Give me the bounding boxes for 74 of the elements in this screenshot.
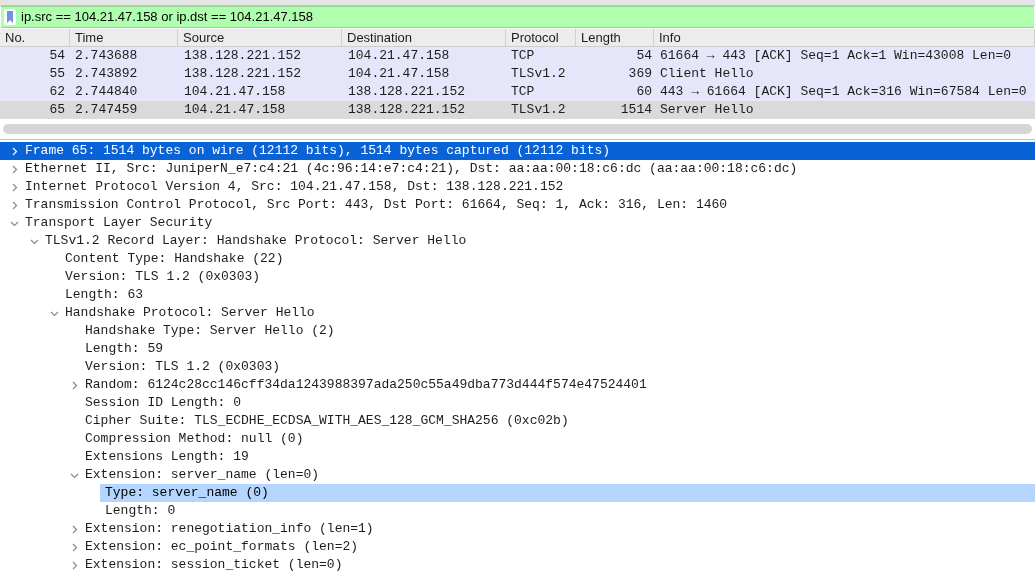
table-cell: TCP [511,48,535,64]
tree-item[interactable]: Content Type: Handshake (22) [65,250,288,268]
table-cell: 138.128.221.152 [184,48,302,64]
table-cell: 104.21.47.158 [348,48,450,64]
tree-item[interactable]: Handshake Type: Server Hello (2) [85,322,339,340]
table-cell: 104.21.47.158 [184,102,286,118]
table-cell: TLSv1.2 [511,102,566,118]
column-header[interactable]: Info [654,29,1035,46]
table-cell: 138.128.221.152 [348,102,466,118]
column-header[interactable]: No. [0,29,70,46]
chevron-right-icon[interactable] [70,542,79,552]
table-cell: TLSv1.2 [511,66,566,82]
table-cell: 61664 → 443 [ACK] Seq=1 Ack=1 Win=43008 Len=0 [660,48,1012,64]
table-cell: TCP [511,84,535,100]
tree-item[interactable]: Transport Layer Security [25,214,217,232]
table-cell: 2.744840 [75,84,138,100]
table-cell: Server Hello [660,102,754,118]
tree-item[interactable]: Session ID Length: 0 [85,394,246,412]
column-header[interactable]: Protocol [506,29,576,46]
column-header[interactable]: Time [70,29,178,46]
table-cell: 60 [636,84,652,100]
tree-item[interactable]: Version: TLS 1.2 (0x0303) [65,268,265,286]
table-cell: 55 [49,66,65,82]
table-cell: 138.128.221.152 [184,66,302,82]
table-cell: 54 [49,48,65,64]
tree-item[interactable]: Extension: ec_point_formats (len=2) [85,538,363,556]
column-header[interactable]: Length [576,29,654,46]
tree-item[interactable]: Length: 63 [65,286,147,304]
packet-row[interactable]: 62 2.744840 104.21.47.158 138.128.221.152 TCP 60 443 → 61664 [ACK] Seq=1 Ack=316 Win=67584 Len=0 [0,83,1035,101]
tree-item[interactable]: Extension: server_name (len=0) [85,466,324,484]
table-cell: 2.743892 [75,66,138,82]
tree-item[interactable]: Extension: session_ticket (len=0) [85,556,347,574]
chevron-right-icon[interactable] [10,182,19,192]
display-filter-field[interactable]: ip.src == 104.21.47.158 or ip.dst == 104.21.47.158 [1,6,1034,28]
tree-item[interactable]: TLSv1.2 Record Layer: Handshake Protocol: Server Hello [45,232,471,250]
column-header[interactable]: Source [178,29,342,46]
table-cell: 62 [49,84,65,100]
table-cell: 2.743688 [75,48,138,64]
table-cell: 443 → 61664 [ACK] Seq=1 Ack=316 Win=67584 Len=0 [660,84,1027,100]
table-cell: 104.21.47.158 [184,84,286,100]
table-cell: 65 [49,102,65,118]
table-cell: 1514 [620,102,652,118]
chevron-right-icon[interactable] [10,146,19,156]
chevron-right-icon[interactable] [70,524,79,534]
tree-item[interactable]: Length: 0 [105,502,180,520]
table-cell: 138.128.221.152 [348,84,466,100]
tree-item[interactable]: Extension: renegotiation_info (len=1) [85,520,378,538]
packet-row[interactable]: 55 2.743892 138.128.221.152 104.21.47.158 TLSv1.2 369 Client Hello [0,65,1035,83]
tree-item[interactable]: Ethernet II, Src: JuniperN_e7:c4:21 (4c:96:14:e7:c4:21), Dst: aa:aa:00:18:c6:dc (aa:aa:00:18:c6:dc) [25,160,802,178]
chevron-right-icon[interactable] [10,164,19,174]
bookmark-icon[interactable] [4,9,16,25]
tree-item[interactable]: Compression Method: null (0) [85,430,308,448]
chevron-right-icon[interactable] [70,380,79,390]
table-cell: 104.21.47.158 [348,66,450,82]
tree-item[interactable]: Internet Protocol Version 4, Src: 104.21.47.158, Dst: 138.128.221.152 [25,178,568,196]
tree-item[interactable]: Length: 59 [85,340,167,358]
packet-row[interactable]: 65 2.747459 104.21.47.158 138.128.221.152 TLSv1.2 1514 Server Hello [0,101,1035,119]
tree-item[interactable]: Cipher Suite: TLS_ECDHE_ECDSA_WITH_AES_128_GCM_SHA256 (0xc02b) [85,412,573,430]
tree-item[interactable]: Random: 6124c28cc146cff34da1243988397ada250c55a49dba773d444f574e47524401 [85,376,651,394]
chevron-right-icon[interactable] [70,560,79,570]
column-header[interactable]: Destination [342,29,506,46]
tree-item[interactable]: Version: TLS 1.2 (0x0303) [85,358,285,376]
table-cell: 54 [636,48,652,64]
tree-item[interactable]: Extensions Length: 19 [85,448,253,466]
table-cell: 2.747459 [75,102,138,118]
tree-item[interactable]: Transmission Control Protocol, Src Port: 443, Dst Port: 61664, Seq: 1, Ack: 316, Len: 1460 [25,196,732,214]
chevron-right-icon[interactable] [10,200,19,210]
tree-item[interactable]: Handshake Protocol: Server Hello [65,304,319,322]
tree-item[interactable]: Type: server_name (0) [100,484,1035,502]
packet-row[interactable]: 54 2.743688 138.128.221.152 104.21.47.158 TCP 54 61664 → 443 [ACK] Seq=1 Ack=1 Win=43008 Len=0 [0,47,1035,65]
horizontal-scrollbar[interactable] [3,124,1032,134]
table-cell: 369 [628,66,652,82]
table-cell: Client Hello [660,66,754,82]
filter-text: ip.src == 104.21.47.158 or ip.dst == 104.21.47.158 [21,8,313,27]
